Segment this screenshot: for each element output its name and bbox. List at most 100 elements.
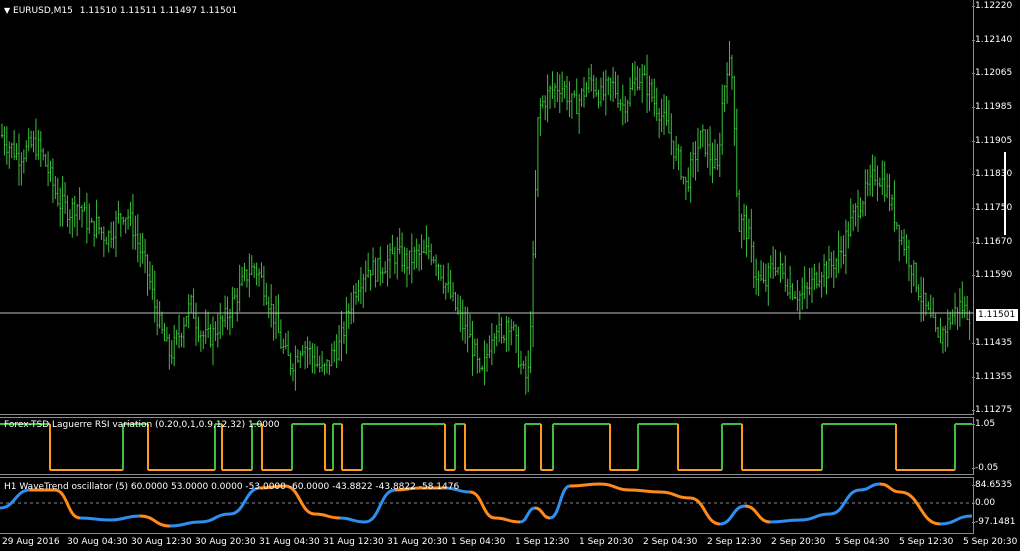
price-tick: 1.12220 — [971, 1, 1013, 11]
price-bar — [161, 311, 164, 334]
price-bar — [289, 352, 292, 376]
price-bar — [752, 241, 755, 288]
price-bar — [507, 316, 510, 352]
price-bar — [100, 226, 103, 240]
price-bar — [954, 292, 957, 325]
wt-segment — [139, 514, 171, 528]
wt-segment — [829, 488, 861, 516]
price-bar — [122, 216, 125, 225]
price-bar — [539, 98, 542, 136]
price-bar — [328, 359, 331, 376]
price-bar — [871, 154, 874, 197]
price-bar — [267, 296, 270, 319]
time-label: 5 Sep 20:30 — [963, 537, 1018, 547]
price-bar — [660, 98, 663, 133]
price-bar — [98, 216, 100, 235]
price-bar — [738, 189, 741, 232]
price-bar — [386, 244, 389, 287]
price-bar — [335, 334, 338, 369]
price-bar — [624, 96, 627, 124]
price-bar — [170, 340, 173, 365]
price-bar — [296, 349, 299, 363]
price-bar — [37, 129, 40, 160]
chart-scroll-indicator[interactable] — [1004, 152, 1006, 235]
price-bar — [444, 282, 447, 300]
price-bar — [663, 94, 666, 135]
price-chart-pane[interactable]: ▼ EURUSD,M15 1.11510 1.11511 1.11497 1.1… — [0, 0, 974, 415]
price-bar — [253, 263, 256, 278]
price-bar — [68, 209, 71, 235]
price-bar — [316, 346, 319, 368]
price-bar — [592, 74, 595, 99]
wt-segment — [799, 512, 831, 522]
price-bar — [248, 253, 251, 298]
price-bar — [362, 273, 365, 308]
price-bar — [861, 200, 864, 217]
price-bar — [638, 67, 641, 91]
price-bar — [76, 203, 79, 237]
wt-segment — [939, 514, 973, 526]
price-bar — [192, 288, 195, 319]
wt-axis-bottom: -97.1481 — [971, 517, 1016, 527]
price-bar — [619, 99, 622, 111]
price-bar — [304, 340, 307, 370]
wt-segment — [79, 516, 111, 522]
laguerre-rsi-pane[interactable]: Forex-TSD Laguerre RSI variation (0.20,0… — [0, 417, 974, 475]
price-bar — [258, 268, 261, 287]
price-bar — [401, 232, 404, 272]
price-bar — [231, 286, 234, 329]
price-bar — [393, 246, 396, 274]
wt-segment — [169, 520, 201, 528]
price-bar — [726, 62, 729, 104]
price-tick: 1.11750 — [971, 203, 1013, 213]
price-bar — [522, 360, 525, 369]
price-bar — [437, 263, 440, 281]
price-bar — [66, 195, 69, 228]
price-tick: 1.11275 — [971, 405, 1013, 415]
wavetrend-pane[interactable]: H1 WaveTrend oscillator (5) 60.0000 53.0… — [0, 477, 974, 534]
price-bar — [10, 142, 13, 159]
price-bar — [180, 332, 183, 348]
price-bar — [214, 321, 217, 342]
price-bar — [301, 345, 304, 357]
price-bar — [207, 311, 210, 339]
price-chart-canvas[interactable] — [0, 0, 974, 415]
price-bar — [777, 267, 779, 275]
price-bar — [626, 99, 629, 123]
price-bar — [968, 310, 971, 341]
price-bar — [890, 194, 893, 211]
price-bar — [178, 314, 181, 349]
price-bar — [369, 270, 372, 291]
price-bar — [893, 180, 896, 232]
price-bar — [282, 338, 285, 354]
wt-segment — [744, 504, 771, 524]
price-bar — [117, 200, 120, 224]
price-bar — [956, 307, 959, 331]
price-bar — [709, 126, 712, 176]
price-bar — [684, 176, 687, 201]
price-bar — [922, 277, 925, 321]
price-bar — [806, 282, 809, 310]
triangle-down-icon[interactable]: ▼ — [4, 6, 10, 15]
price-bar — [815, 271, 818, 289]
price-bar — [469, 313, 472, 338]
price-bar — [110, 221, 113, 248]
price-bar — [733, 75, 736, 146]
price-bar — [903, 229, 906, 256]
price-bar — [481, 365, 484, 371]
price-bar — [636, 66, 639, 91]
price-bar — [835, 257, 838, 279]
price-bar — [330, 343, 333, 367]
price-bar — [675, 135, 678, 162]
price-bar — [158, 301, 161, 329]
price-bar — [609, 77, 612, 101]
price-bar — [932, 297, 935, 319]
price-bar — [61, 175, 64, 227]
price-bar — [898, 224, 901, 262]
price-bar — [810, 267, 813, 303]
price-bar — [144, 238, 147, 274]
time-label: 30 Aug 20:30 — [195, 537, 256, 547]
price-tick: 1.11985 — [971, 102, 1013, 112]
price-bar — [486, 343, 488, 372]
time-label: 5 Sep 12:30 — [899, 537, 954, 547]
